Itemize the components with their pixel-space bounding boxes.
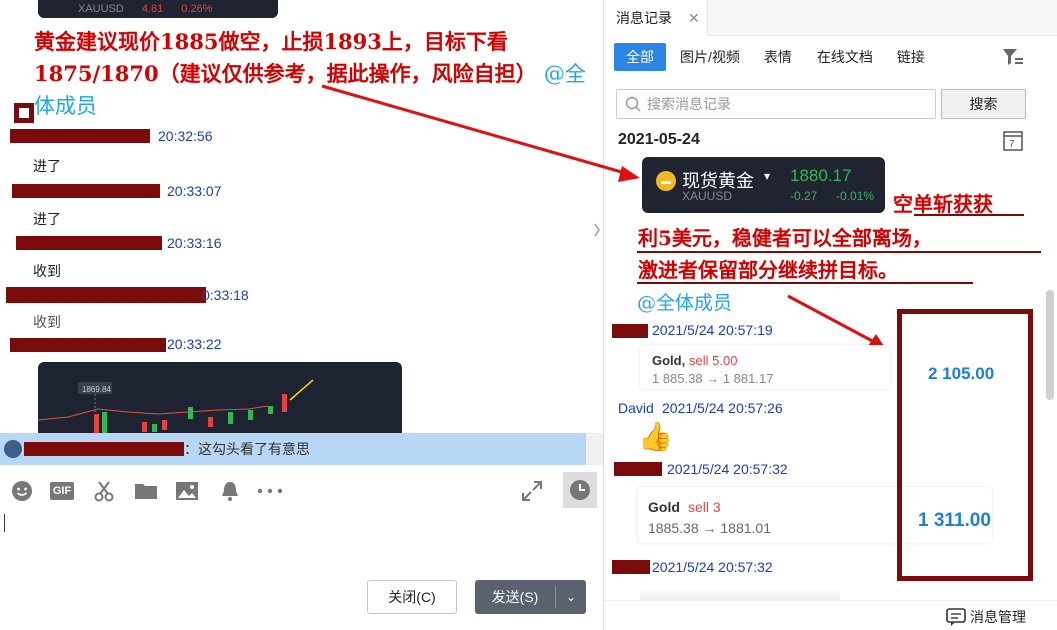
redacted-sender [6, 287, 206, 303]
redacted-sender [614, 462, 662, 476]
message-text: 收到 [33, 314, 61, 330]
scissors-icon[interactable] [91, 478, 117, 504]
expand-icon[interactable] [519, 478, 545, 504]
bell-icon[interactable] [217, 478, 243, 504]
close-button[interactable]: 关闭(C) [367, 580, 457, 614]
trade-side: sell 3 [688, 499, 721, 515]
trade-prices: 1885.38 → 1881.01 [648, 520, 771, 536]
footer-label: 消息管理 [970, 609, 1026, 625]
trade-title: Gold, [652, 353, 686, 368]
folder-icon[interactable] [133, 478, 159, 504]
message-manage-button[interactable]: 消息管理 [946, 607, 1026, 627]
message-time: 20:32:56 [158, 128, 213, 144]
sender-name: David [618, 400, 654, 416]
announcement-body: 黄金建议现价1885做空，止损1893上，目标下看1875/1870（建议仅供参… [34, 29, 537, 86]
pct-label: 0.26% [181, 3, 213, 15]
message-time: 2021/5/24 20:57:32 [667, 461, 788, 477]
trade-title: Gold [648, 499, 680, 515]
history-panel: 消息记录 ✕ 全部 图片/视频 表情 在线文档 链接 搜索消息记录 搜索 202… [603, 0, 1057, 630]
collapse-handle[interactable] [588, 200, 604, 260]
at-notice-bar[interactable]: ：这勾头看了有意思 [0, 433, 586, 465]
message-time: 2021/5/24 20:57:26 [662, 400, 783, 416]
redacted-sender [612, 560, 650, 574]
profit-value: 1 311.00 [918, 510, 991, 531]
gif-icon[interactable]: GIF [49, 478, 75, 504]
thumbs-up-icon: 👍 [638, 421, 673, 452]
more-icon[interactable] [256, 478, 282, 504]
quote-card-top: XAUUSD 4.81 0.26% [38, 0, 278, 18]
emoji-icon[interactable] [9, 478, 35, 504]
redacted-sender [612, 324, 648, 338]
send-button[interactable]: 发送(S) ⌄ [475, 580, 586, 614]
message-manage-icon [946, 608, 966, 626]
redacted-avatar [14, 103, 34, 123]
change-label: 4.81 [141, 3, 164, 15]
scrollbar[interactable] [1046, 290, 1054, 400]
partial-card [640, 588, 840, 600]
message-text: 收到 [33, 263, 61, 279]
send-label: 发送(S) [491, 589, 539, 605]
avatar [4, 440, 22, 458]
message-text: 进了 [33, 158, 61, 174]
profit-value: 2 105.00 [928, 364, 995, 383]
profit-highlight-box: 2 105.00 1 311.00 [897, 309, 1033, 581]
message-text: 进了 [33, 211, 61, 227]
footer-bar: 消息管理 [604, 600, 1057, 630]
message-time: 20:33:16 [167, 235, 222, 251]
chevron-down-icon[interactable]: ⌄ [556, 590, 586, 604]
message-time: 20:33:22 [167, 336, 222, 352]
gif-label: GIF [49, 482, 75, 500]
redacted-sender [24, 442, 184, 456]
redacted-sender [10, 338, 166, 352]
trade-side: sell 5.00 [689, 353, 738, 368]
message-time: 0:33:18 [202, 287, 249, 303]
redacted-sender [10, 129, 150, 143]
message-time: 20:33:07 [167, 183, 222, 199]
announcement-text: 黄金建议现价1885做空，止损1893上，目标下看1875/1870（建议仅供参… [34, 26, 594, 122]
symbol-label: XAUUSD [78, 3, 124, 15]
scroll-gutter [586, 433, 603, 465]
image-icon[interactable] [174, 478, 200, 504]
message-input[interactable] [0, 512, 603, 572]
message-time: 2021/5/24 20:57:32 [652, 559, 773, 575]
message-time: 2021/5/24 20:57:19 [652, 322, 773, 338]
candlestick-image[interactable]: 1869.84 [38, 362, 402, 434]
candlestick-chart-graphic: 1869.84 [38, 379, 314, 434]
notice-text: ：这勾头看了有意思 [184, 441, 310, 457]
redacted-sender [16, 236, 162, 250]
input-toolbar: GIF [0, 470, 603, 512]
trade-card[interactable]: Gold, sell 5.00 1 885.38 → 1 881.17 [640, 345, 890, 389]
chat-panel: XAUUSD 4.81 0.26% 黄金建议现价1885做空，止损1893上，目… [0, 0, 603, 630]
trade-prices: 1 885.38 → 1 881.17 [652, 371, 774, 386]
history-icon[interactable] [563, 472, 597, 508]
redacted-sender [12, 184, 160, 198]
price-tag: 1869.84 [82, 385, 111, 394]
